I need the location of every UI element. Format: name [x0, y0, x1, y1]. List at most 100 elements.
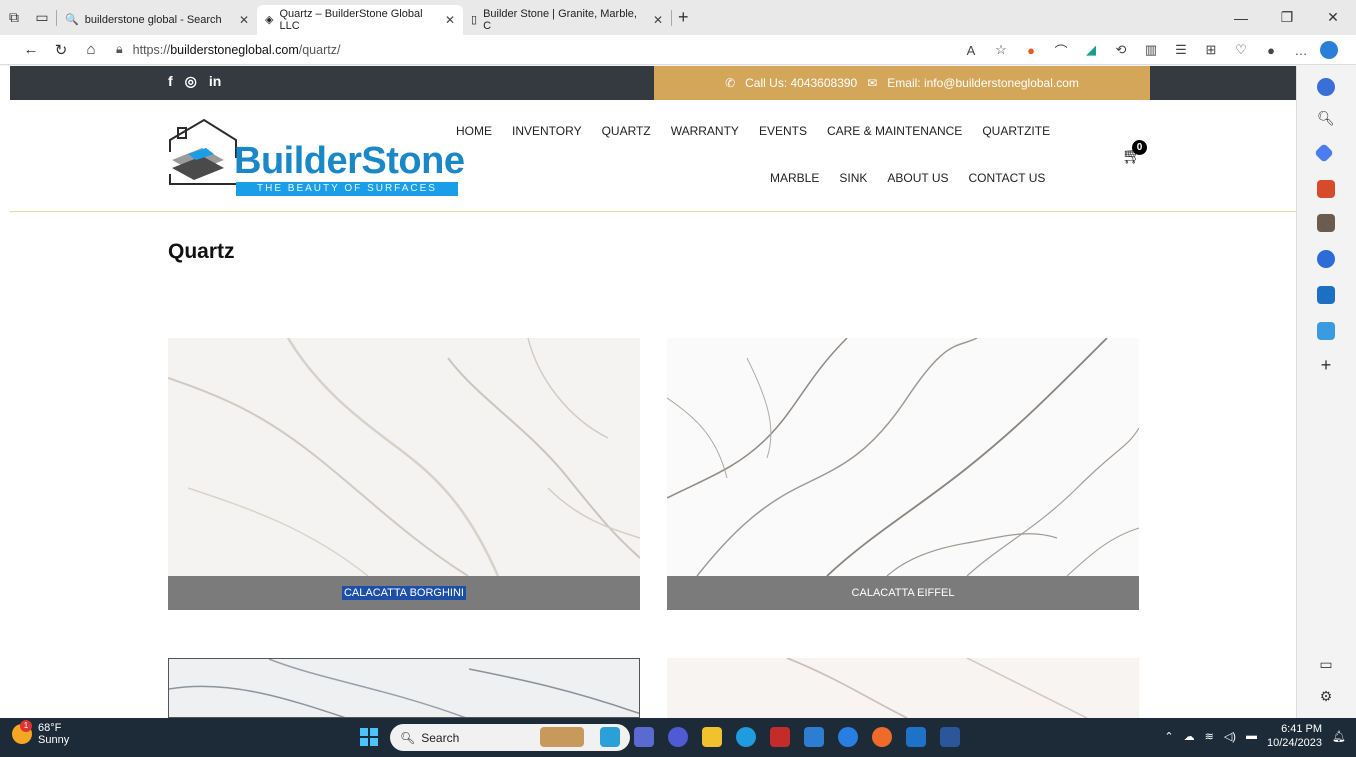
- tab-search[interactable]: 🔍 builderstone global - Search ✕: [57, 5, 257, 35]
- teams-chat-icon[interactable]: [668, 727, 688, 747]
- widgets-icon[interactable]: [600, 727, 620, 747]
- browser-essentials-icon[interactable]: ♡: [1226, 42, 1256, 58]
- url-domain: builderstoneglobal.com: [170, 42, 299, 57]
- product-card[interactable]: CALACATTA EIFFEL: [667, 338, 1139, 610]
- profile-icon[interactable]: ●: [1256, 43, 1286, 58]
- word-icon[interactable]: [940, 727, 960, 747]
- notification-bell-icon[interactable]: 🔔︎: [1332, 730, 1346, 743]
- battery-icon[interactable]: ▬: [1246, 730, 1257, 742]
- chevron-up-icon[interactable]: ⌃: [1164, 730, 1173, 743]
- windows-taskbar: 1 68°F Sunny 🔍︎ Search ⌃ ☁ ≋ ◁) ▬ 6:41 P…: [0, 718, 1356, 757]
- extensions-icon[interactable]: ⟲: [1106, 42, 1136, 58]
- drop-icon[interactable]: [1317, 322, 1335, 340]
- email-link[interactable]: Email: info@builderstoneglobal.com: [887, 76, 1079, 90]
- tab-quartz[interactable]: ◈ Quartz – BuilderStone Global LLC ✕: [257, 4, 463, 35]
- mail-icon: ✉: [867, 76, 878, 90]
- nav-care-maintenance[interactable]: CARE & MAINTENANCE: [827, 124, 962, 138]
- edge-sidebar: 🔍︎ + ▭ ⚙: [1296, 66, 1356, 718]
- tools-icon[interactable]: [1317, 180, 1335, 198]
- taskbar-search[interactable]: 🔍︎ Search: [390, 724, 630, 751]
- contact-bar: ✆ Call Us: 4043608390 ✉ Email: info@buil…: [654, 66, 1150, 100]
- product-card[interactable]: CALACATTA BORGHINI: [168, 338, 640, 610]
- page-icon: ▯: [471, 14, 478, 26]
- favorites-icon[interactable]: ☰: [1166, 42, 1196, 58]
- volume-icon[interactable]: ◁): [1224, 730, 1236, 743]
- search-icon[interactable]: 🔍︎: [1317, 110, 1335, 128]
- notifications-icon[interactable]: [1317, 78, 1335, 96]
- edge-icon[interactable]: [736, 727, 756, 747]
- mcafee-icon[interactable]: [770, 727, 790, 747]
- minimize-icon[interactable]: —: [1218, 0, 1264, 35]
- product-image[interactable]: [667, 338, 1139, 576]
- store-icon[interactable]: [804, 727, 824, 747]
- extension-icon[interactable]: ◢: [1076, 42, 1106, 58]
- file-explorer-icon[interactable]: [702, 727, 722, 747]
- extension-icon[interactable]: ⌒: [1046, 41, 1076, 60]
- start-button[interactable]: [360, 728, 378, 746]
- more-icon[interactable]: …: [1286, 43, 1316, 58]
- close-icon[interactable]: ✕: [239, 13, 249, 27]
- call-link[interactable]: Call Us: 4043608390: [745, 76, 857, 90]
- social-links: f ◎ in: [168, 73, 221, 90]
- lock-icon: 🔒︎: [116, 42, 123, 56]
- nav-quartz[interactable]: QUARTZ: [602, 124, 651, 138]
- product-caption[interactable]: CALACATTA BORGHINI: [168, 576, 640, 610]
- tab-builderstone[interactable]: ▯ Builder Stone | Granite, Marble, C ✕: [463, 5, 671, 35]
- read-aloud-icon[interactable]: A: [956, 43, 986, 58]
- nav-quartzite[interactable]: QUARTZITE: [982, 124, 1050, 138]
- task-view-icon[interactable]: [634, 727, 654, 747]
- favorite-star-icon[interactable]: ☆: [986, 42, 1016, 58]
- settings-icon[interactable]: ⚙: [1317, 688, 1335, 706]
- cart-button[interactable]: 🛒︎ 0: [1122, 140, 1147, 166]
- instagram-icon[interactable]: ◎: [185, 73, 197, 90]
- nav-events[interactable]: EVENTS: [759, 124, 807, 138]
- nav-contact-us[interactable]: CONTACT US: [969, 171, 1046, 185]
- firefox-icon[interactable]: [872, 727, 892, 747]
- microsoft-365-icon[interactable]: [1317, 250, 1335, 268]
- address-bar: ← ↻ ⌂ 🔒︎ https://builderstoneglobal.com/…: [0, 35, 1356, 65]
- tab-actions-icon[interactable]: ▭: [28, 4, 56, 32]
- linkedin-icon[interactable]: in: [209, 73, 221, 90]
- sidebar-toggle-icon[interactable]: ▭: [1317, 656, 1335, 674]
- search-icon: 🔍︎: [400, 730, 416, 745]
- url-prefix: https://: [132, 42, 171, 57]
- product-card[interactable]: [667, 658, 1139, 718]
- close-icon[interactable]: ✕: [653, 13, 663, 27]
- refresh-icon[interactable]: ↻: [46, 36, 76, 64]
- shopping-icon[interactable]: [1314, 143, 1334, 163]
- home-icon[interactable]: ⌂: [76, 36, 106, 64]
- weather-widget[interactable]: 1 68°F Sunny: [12, 720, 69, 746]
- copilot-icon[interactable]: [1320, 41, 1338, 59]
- add-icon[interactable]: +: [1317, 356, 1335, 374]
- site-favicon-icon: ◈: [265, 14, 274, 26]
- split-screen-icon[interactable]: ▥: [1136, 42, 1166, 58]
- nav-sink[interactable]: SINK: [839, 171, 867, 185]
- site-logo[interactable]: BuilderStone THE BEAUTY OF SURFACES: [166, 118, 465, 198]
- help-icon[interactable]: [838, 727, 858, 747]
- nav-warranty[interactable]: WARRANTY: [671, 124, 739, 138]
- games-icon[interactable]: [1317, 214, 1335, 232]
- restore-icon[interactable]: ❐: [1264, 0, 1310, 35]
- outlook-icon[interactable]: [906, 727, 926, 747]
- extension-icon[interactable]: ●: [1016, 43, 1046, 58]
- nav-marble[interactable]: MARBLE: [770, 171, 819, 185]
- back-icon[interactable]: ←: [16, 36, 46, 64]
- workspaces-icon[interactable]: ⧉: [0, 4, 28, 32]
- wifi-icon[interactable]: ≋: [1205, 730, 1214, 743]
- product-card[interactable]: [168, 658, 640, 718]
- nav-about-us[interactable]: ABOUT US: [887, 171, 948, 185]
- product-caption[interactable]: CALACATTA EIFFEL: [667, 576, 1139, 610]
- nav-home[interactable]: HOME: [456, 124, 492, 138]
- clock[interactable]: 6:41 PM 10/24/2023: [1267, 722, 1322, 750]
- close-icon[interactable]: ✕: [445, 13, 455, 27]
- collections-icon[interactable]: ⊞: [1196, 42, 1226, 58]
- search-highlight-icon[interactable]: [540, 727, 584, 747]
- url-field[interactable]: 🔒︎ https://builderstoneglobal.com/quartz…: [116, 42, 340, 57]
- facebook-icon[interactable]: f: [168, 73, 173, 90]
- nav-inventory[interactable]: INVENTORY: [512, 124, 582, 138]
- close-window-icon[interactable]: ✕: [1310, 0, 1356, 35]
- outlook-icon[interactable]: [1317, 286, 1335, 304]
- new-tab-icon[interactable]: +: [678, 7, 689, 28]
- onedrive-icon[interactable]: ☁: [1184, 730, 1195, 743]
- product-image[interactable]: [168, 338, 640, 576]
